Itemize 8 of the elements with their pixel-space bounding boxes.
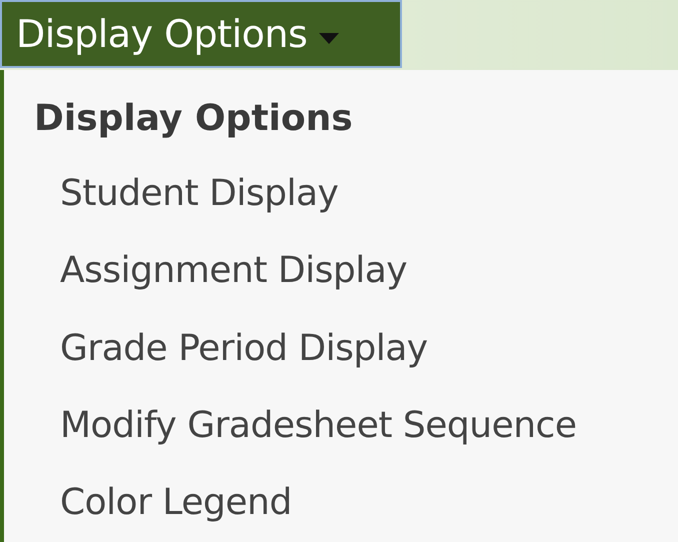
menu-item[interactable]: Assignment Display <box>34 232 678 310</box>
menu-item[interactable]: Grade Period Display <box>34 310 678 388</box>
caret-icon <box>319 32 340 44</box>
menu-item[interactable]: Color Legend <box>34 464 678 542</box>
menu-item[interactable]: Modify Gradesheet Sequence <box>34 387 678 465</box>
menu-item[interactable]: Student Display <box>34 155 678 233</box>
menu-header: Display Options <box>34 96 354 141</box>
display-options-button[interactable]: Display Options <box>0 0 402 68</box>
